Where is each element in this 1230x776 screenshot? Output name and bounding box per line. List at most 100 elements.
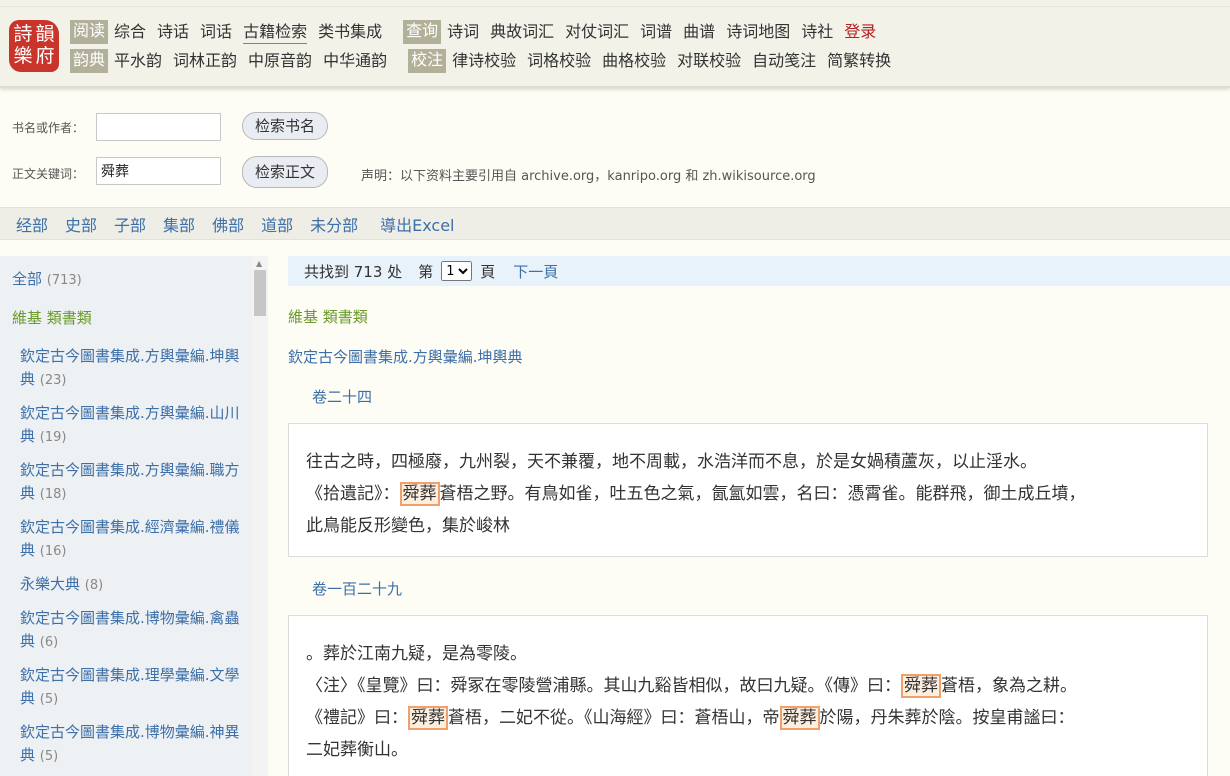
text-search-label: 正文关键词： <box>12 167 85 181</box>
page-prefix: 第 <box>418 262 434 281</box>
entry-text: 二妃葬衡山。 <box>306 740 408 760</box>
result-entry: 往古之時，四極廢，九州裂，天不兼覆，地不周載，水浩洋而不息，於是女媧積蘆灰，以止… <box>288 423 1208 557</box>
category-link[interactable]: 经部 <box>16 212 48 236</box>
export-excel-link[interactable]: 導出Excel <box>380 212 454 236</box>
nav-link[interactable]: 诗话 <box>157 21 189 43</box>
sidebar-all-count: (713) <box>46 273 82 288</box>
category-link[interactable]: 道部 <box>261 212 293 236</box>
scrollbar-thumb[interactable] <box>254 270 266 316</box>
keyword-highlight: 舜葬 <box>399 482 440 506</box>
sidebar-item[interactable]: 欽定古今圖書集成.博物彙編.神異典 (5) <box>12 721 252 768</box>
entry-text: 往古之時，四極廢，九州裂，天不兼覆，地不周載，水浩洋而不息，於是女媧積蘆灰，以止… <box>306 452 1037 472</box>
nav-section-label: 阅读 <box>70 20 109 44</box>
nav-row-2: 韵典 平水韵 词林正韵 中原音韵 中华通韵 校注 律诗校验 词格校验 曲格校验 对联校验 自动笺注简… <box>70 48 902 74</box>
category-link[interactable]: 史部 <box>65 212 97 236</box>
keyword-highlight: 舜葬 <box>408 706 448 730</box>
entry-text: 。葬於江南九疑，是為零陵。 <box>306 644 527 664</box>
next-page-link[interactable]: 下一頁 <box>513 261 558 282</box>
sidebar-item-count: (19) <box>39 430 67 445</box>
sidebar-all-link[interactable]: 全部 (713) <box>12 268 252 289</box>
category-link[interactable]: 佛部 <box>212 212 244 236</box>
search-text-button[interactable]: 检索正文 <box>242 156 329 188</box>
logo-glyph: 府 <box>35 45 55 67</box>
entry-text: 蒼梧，象為之耕。 <box>941 676 1077 696</box>
result-entry: 。葬於江南九疑，是為零陵。〈注〉《皇覽》曰：舜冢在零陵營浦縣。其山九谿皆相似，故… <box>288 615 1208 776</box>
nav-link[interactable]: 词话 <box>200 21 232 43</box>
nav-link[interactable]: 典故词汇 <box>490 21 554 43</box>
category-link[interactable]: 未分部 <box>310 212 358 236</box>
entry-text: 蒼梧，二妃不從。《山海經》曰：蒼梧山，帝 <box>448 708 780 728</box>
sidebar-item[interactable]: 欽定古今圖書集成.方輿彙編.坤輿典 (23) <box>12 345 252 392</box>
sidebar-item[interactable]: 欽定古今圖書集成.理學彙編.文學典 (5) <box>12 664 252 711</box>
nav-link[interactable]: 中原音韵 <box>248 50 312 72</box>
divider <box>0 6 1230 7</box>
nav-link[interactable]: 曲谱 <box>683 21 715 43</box>
result-book-title[interactable]: 欽定古今圖書集成.方輿彙編.坤輿典 <box>288 346 523 367</box>
nav-link[interactable]: 平水韵 <box>114 50 162 72</box>
sidebar-item-count: (23) <box>39 373 67 388</box>
logo-glyph: 韻 <box>35 23 55 45</box>
nav-link[interactable]: 自动笺注 <box>752 50 816 72</box>
nav-link[interactable]: 诗词地图 <box>726 21 790 43</box>
sidebar-scrollbar[interactable]: ▲ <box>252 256 268 776</box>
nav-link[interactable]: 诗词 <box>447 21 479 43</box>
logo-glyph: 詩 <box>13 23 33 45</box>
entry-text: 此鳥能反形變色，集於峻林 <box>306 516 510 536</box>
sidebar-item-count: (5) <box>39 692 59 707</box>
nav-link[interactable]: 词格校验 <box>527 50 591 72</box>
entry-text: 〈注〉《皇覽》曰：舜冢在零陵營浦縣。其山九谿皆相似，故曰九疑。《傳》曰： <box>306 676 901 696</box>
result-count: 共找到 713 处 <box>304 262 403 281</box>
entry-text: 於陽，丹朱葬於陰。按皇甫謐曰： <box>819 708 1075 728</box>
category-link[interactable]: 子部 <box>114 212 146 236</box>
nav-section-label: 韵典 <box>70 49 109 73</box>
text-search-input[interactable] <box>96 157 221 185</box>
nav-link[interactable]: 古籍检索 <box>243 21 308 44</box>
sidebar-list: 欽定古今圖書集成.方輿彙編.坤輿典 (23) 欽定古今圖書集成.方輿彙編.山川典 … <box>12 345 252 768</box>
results-bar: 共找到 713 处 第 1 頁 下一頁 <box>288 256 1230 286</box>
scroll-up-icon[interactable]: ▲ <box>256 259 262 268</box>
sidebar-item[interactable]: 欽定古今圖書集成.經濟彙編.禮儀典 (16) <box>12 516 252 563</box>
search-title-button[interactable]: 检索书名 <box>242 112 329 140</box>
title-search-input[interactable] <box>96 113 221 141</box>
sidebar-item[interactable]: 欽定古今圖書集成.方輿彙編.山川典 (19) <box>12 402 252 449</box>
sidebar-all-label: 全部 <box>12 270 43 288</box>
nav-link[interactable]: 综合 <box>114 21 146 43</box>
login-link[interactable]: 登录 <box>844 21 876 43</box>
volume-heading[interactable]: 卷二十四 <box>312 386 372 407</box>
nav-link[interactable]: 简繁转换 <box>827 50 891 72</box>
nav-link[interactable]: 律诗校验 <box>452 50 516 72</box>
entry-text: 《禮記》曰： <box>306 708 408 728</box>
sidebar-item-count: (5) <box>39 749 59 764</box>
category-bar: 经部 史部 子部 集部 佛部 道部 未分部 導出Excel <box>0 207 1230 240</box>
nav-section-label: 查询 <box>403 20 442 44</box>
keyword-highlight: 舜葬 <box>901 674 941 698</box>
sidebar-group-title: 維基 類書類 <box>12 309 92 327</box>
sidebar-item-count: (16) <box>39 544 67 559</box>
nav-link[interactable]: 对联校验 <box>677 50 741 72</box>
entry-text: 《拾遺記》： <box>306 484 400 504</box>
page-suffix: 頁 <box>480 262 496 281</box>
nav-row-1: 阅读 综合 诗话 词话 古籍检索 类书集成 查询 诗词 典故词汇 对仗词汇 词谱 曲谱 诗词地图 诗社 登录 <box>70 19 887 45</box>
nav-link[interactable]: 词谱 <box>640 21 672 43</box>
sidebar-item[interactable]: 欽定古今圖書集成.方輿彙編.職方典 (18) <box>12 459 252 506</box>
nav-link[interactable]: 曲格校验 <box>602 50 666 72</box>
site-logo[interactable]: 詩韻 樂府 <box>9 20 59 72</box>
page-select[interactable]: 1 <box>441 261 473 281</box>
nav-link[interactable]: 词林正韵 <box>173 50 237 72</box>
title-search-label: 书名或作者： <box>12 121 85 135</box>
nav-link[interactable]: 诗社 <box>801 21 833 43</box>
sidebar-item[interactable]: 永樂大典 (8) <box>12 573 252 597</box>
sidebar-item-count: (18) <box>39 487 67 502</box>
sidebar-item[interactable]: 欽定古今圖書集成.博物彙編.禽蟲典 (6) <box>12 607 252 654</box>
result-group-title[interactable]: 維基 類書類 <box>288 306 368 327</box>
nav-link[interactable]: 中华通韵 <box>323 50 387 72</box>
volume-heading[interactable]: 卷一百二十九 <box>312 578 402 599</box>
sidebar-item-label: 永樂大典 <box>20 575 81 593</box>
source-notice: 声明：以下资料主要引用自 archive.org，kanripo.org 和 z… <box>361 169 816 184</box>
category-link[interactable]: 集部 <box>163 212 195 236</box>
logo-glyph: 樂 <box>13 45 33 67</box>
nav-link[interactable]: 类书集成 <box>318 21 382 43</box>
sidebar-item-count: (8) <box>84 578 104 593</box>
nav-link[interactable]: 对仗词汇 <box>565 21 629 43</box>
top-navigation: 詩韻 樂府 阅读 综合 诗话 词话 古籍检索 类书集成 查询 诗词 典故词汇 对仗词汇 词谱 曲谱 诗词… <box>0 0 1230 88</box>
